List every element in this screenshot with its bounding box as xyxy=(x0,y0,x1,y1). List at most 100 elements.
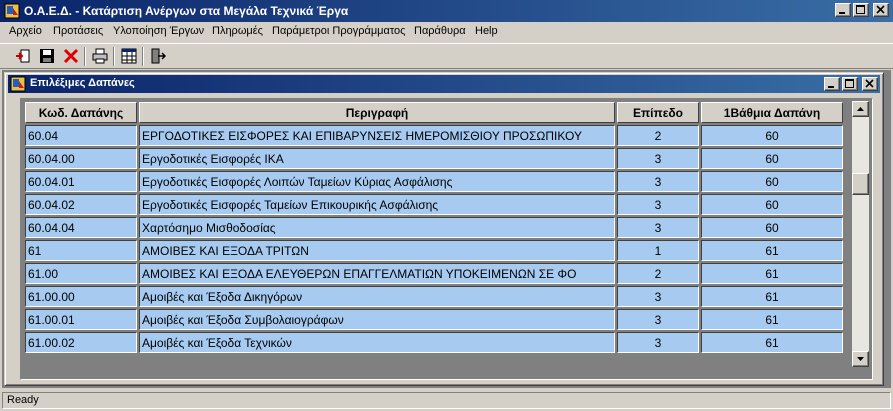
cell-code[interactable]: 60.04.04 xyxy=(25,217,137,238)
cell-code[interactable]: 61.00 xyxy=(25,263,137,284)
cell-level[interactable]: 3 xyxy=(617,332,699,353)
cell-level[interactable]: 1 xyxy=(617,240,699,261)
menu-proposals[interactable]: Προτάσεις xyxy=(53,25,103,37)
child-title: Επιλέξιμες Δαπάνες xyxy=(30,77,135,89)
cell-level[interactable]: 3 xyxy=(617,217,699,238)
save-icon xyxy=(40,49,54,63)
menu-bar: Αρχείο Προτάσεις Υλοποίηση Έργων Πληρωμέ… xyxy=(0,22,893,42)
cell-primary-expense[interactable]: 61 xyxy=(701,309,843,330)
cell-level[interactable]: 3 xyxy=(617,286,699,307)
table-row[interactable]: 61 ΑΜΟΙΒΕΣ ΚΑΙ ΕΞΟΔΑ ΤΡΙΤΩΝ 1 61 xyxy=(25,240,843,261)
cell-description[interactable]: Εργοδοτικές Εισφορές Λοιπών Ταμείων Κύρι… xyxy=(139,171,615,192)
scroll-up-button[interactable] xyxy=(852,101,869,117)
cell-primary-expense[interactable]: 61 xyxy=(701,240,843,261)
exit-icon xyxy=(151,48,166,64)
cell-code[interactable]: 61.00.00 xyxy=(25,286,137,307)
arrow-down-icon xyxy=(857,357,864,361)
column-header-code[interactable]: Κωδ. Δαπάνης xyxy=(25,102,137,123)
delete-icon xyxy=(63,48,79,64)
maximize-button[interactable] xyxy=(853,3,869,17)
table-row[interactable]: 60.04.01 Εργοδοτικές Εισφορές Λοιπών Ταμ… xyxy=(25,171,843,192)
expenses-grid: Κωδ. Δαπάνης Περιγραφή Επίπεδο 1Βάθμια Δ… xyxy=(20,98,873,380)
cell-code[interactable]: 61.00.01 xyxy=(25,309,137,330)
app-title: Ο.Α.Ε.Δ. - Κατάρτιση Ανέργων στα Μεγάλα … xyxy=(24,4,349,18)
cell-primary-expense[interactable]: 61 xyxy=(701,286,843,307)
child-minimize-button[interactable] xyxy=(824,77,840,91)
print-button[interactable] xyxy=(89,46,111,67)
cell-primary-expense[interactable]: 60 xyxy=(701,125,843,146)
close-button[interactable] xyxy=(873,3,889,17)
column-header-primary-expense[interactable]: 1Βάθμια Δαπάνη xyxy=(701,102,843,123)
table-row[interactable]: 60.04.02 Εργοδοτικές Εισφορές Ταμείων Επ… xyxy=(25,194,843,215)
cell-level[interactable]: 2 xyxy=(617,125,699,146)
cell-primary-expense[interactable]: 61 xyxy=(701,263,843,284)
cell-primary-expense[interactable]: 60 xyxy=(701,194,843,215)
grid-view-icon xyxy=(121,48,137,64)
cell-level[interactable]: 2 xyxy=(617,263,699,284)
app-title-bar: Ο.Α.Ε.Δ. - Κατάρτιση Ανέργων στα Μεγάλα … xyxy=(0,0,893,22)
cell-description[interactable]: ΑΜΟΙΒΕΣ ΚΑΙ ΕΞΟΔΑ ΤΡΙΤΩΝ xyxy=(139,240,615,261)
cell-primary-expense[interactable]: 61 xyxy=(701,332,843,353)
document-icon xyxy=(10,76,26,92)
cell-primary-expense[interactable]: 60 xyxy=(701,171,843,192)
exit-button[interactable] xyxy=(147,46,169,67)
cell-description[interactable]: Εργοδοτικές Εισφορές ΙΚΑ xyxy=(139,148,615,169)
cell-level[interactable]: 3 xyxy=(617,148,699,169)
print-icon xyxy=(92,48,108,64)
toolbar xyxy=(0,43,893,69)
child-close-button[interactable] xyxy=(862,77,878,91)
expenses-table: Κωδ. Δαπάνης Περιγραφή Επίπεδο 1Βάθμια Δ… xyxy=(23,100,845,355)
maximize-icon xyxy=(845,79,854,88)
table-row[interactable]: 61.00.00 Αμοιβές και Έξοδα Δικηγόρων 3 6… xyxy=(25,286,843,307)
cell-primary-expense[interactable]: 60 xyxy=(701,217,843,238)
table-row[interactable]: 61.00.02 Αμοιβές και Έξοδα Τεχνικών 3 61 xyxy=(25,332,843,353)
minimize-icon xyxy=(839,12,845,14)
menu-file[interactable]: Αρχείο xyxy=(9,25,42,37)
cell-description[interactable]: Χαρτόσημο Μισθοδοσίας xyxy=(139,217,615,238)
save-button[interactable] xyxy=(36,46,58,67)
menu-windows[interactable]: Παράθυρα xyxy=(414,25,466,37)
header-row: Κωδ. Δαπάνης Περιγραφή Επίπεδο 1Βάθμια Δ… xyxy=(25,102,843,123)
scroll-down-button[interactable] xyxy=(852,351,869,367)
cell-description[interactable]: Αμοιβές και Έξοδα Συμβολαιογράφων xyxy=(139,309,615,330)
delete-button[interactable] xyxy=(60,46,82,67)
cell-level[interactable]: 3 xyxy=(617,171,699,192)
scrollbar-thumb[interactable] xyxy=(852,173,869,195)
cell-code[interactable]: 60.04.02 xyxy=(25,194,137,215)
cell-code[interactable]: 60.04.00 xyxy=(25,148,137,169)
column-header-level[interactable]: Επίπεδο xyxy=(617,102,699,123)
status-bar: Ready xyxy=(0,390,893,411)
cell-primary-expense[interactable]: 60 xyxy=(701,148,843,169)
cell-code[interactable]: 61.00.02 xyxy=(25,332,137,353)
table-row[interactable]: 61.00 ΑΜΟΙΒΕΣ ΚΑΙ ΕΞΟΔΑ ΕΛΕΥΘΕΡΩΝ ΕΠΑΓΓΕ… xyxy=(25,263,843,284)
vertical-scrollbar[interactable] xyxy=(852,101,869,367)
menu-projects[interactable]: Υλοποίηση Έργων xyxy=(113,25,204,37)
table-row[interactable]: 60.04 ΕΡΓΟΔΟΤΙΚΕΣ ΕΙΣΦΟΡΕΣ ΚΑΙ ΕΠΙΒΑΡΥΝΣ… xyxy=(25,125,843,146)
cell-description[interactable]: ΕΡΓΟΔΟΤΙΚΕΣ ΕΙΣΦΟΡΕΣ ΚΑΙ ΕΠΙΒΑΡΥΝΣΕΙΣ ΗΜ… xyxy=(139,125,615,146)
cell-code[interactable]: 60.04.01 xyxy=(25,171,137,192)
cell-code[interactable]: 61 xyxy=(25,240,137,261)
menu-help[interactable]: Help xyxy=(475,25,498,37)
table-row[interactable]: 60.04.04 Χαρτόσημο Μισθοδοσίας 3 60 xyxy=(25,217,843,238)
import-icon xyxy=(16,49,30,63)
table-row[interactable]: 60.04.00 Εργοδοτικές Εισφορές ΙΚΑ 3 60 xyxy=(25,148,843,169)
app-icon xyxy=(4,3,20,19)
menu-parameters[interactable]: Παράμετροι Προγράμματος xyxy=(272,25,405,37)
cell-description[interactable]: Αμοιβές και Έξοδα Τεχνικών xyxy=(139,332,615,353)
cell-description[interactable]: ΑΜΟΙΒΕΣ ΚΑΙ ΕΞΟΔΑ ΕΛΕΥΘΕΡΩΝ ΕΠΑΓΓΕΛΜΑΤΙΩ… xyxy=(139,263,615,284)
minimize-button[interactable] xyxy=(835,3,851,17)
child-title-bar: Επιλέξιμες Δαπάνες xyxy=(8,75,880,93)
child-window: Επιλέξιμες Δαπάνες Κωδ. Δαπάνης Περιγραφ… xyxy=(4,72,884,386)
cell-code[interactable]: 60.04 xyxy=(25,125,137,146)
column-header-description[interactable]: Περιγραφή xyxy=(139,102,615,123)
cell-description[interactable]: Εργοδοτικές Εισφορές Ταμείων Επικουρικής… xyxy=(139,194,615,215)
import-button[interactable] xyxy=(12,46,34,67)
grid-view-button[interactable] xyxy=(118,46,140,67)
close-icon xyxy=(865,79,874,88)
cell-description[interactable]: Αμοιβές και Έξοδα Δικηγόρων xyxy=(139,286,615,307)
child-maximize-button[interactable] xyxy=(842,77,858,91)
cell-level[interactable]: 3 xyxy=(617,194,699,215)
menu-payments[interactable]: Πληρωμές xyxy=(212,25,263,37)
cell-level[interactable]: 3 xyxy=(617,309,699,330)
table-row[interactable]: 61.00.01 Αμοιβές και Έξοδα Συμβολαιογράφ… xyxy=(25,309,843,330)
